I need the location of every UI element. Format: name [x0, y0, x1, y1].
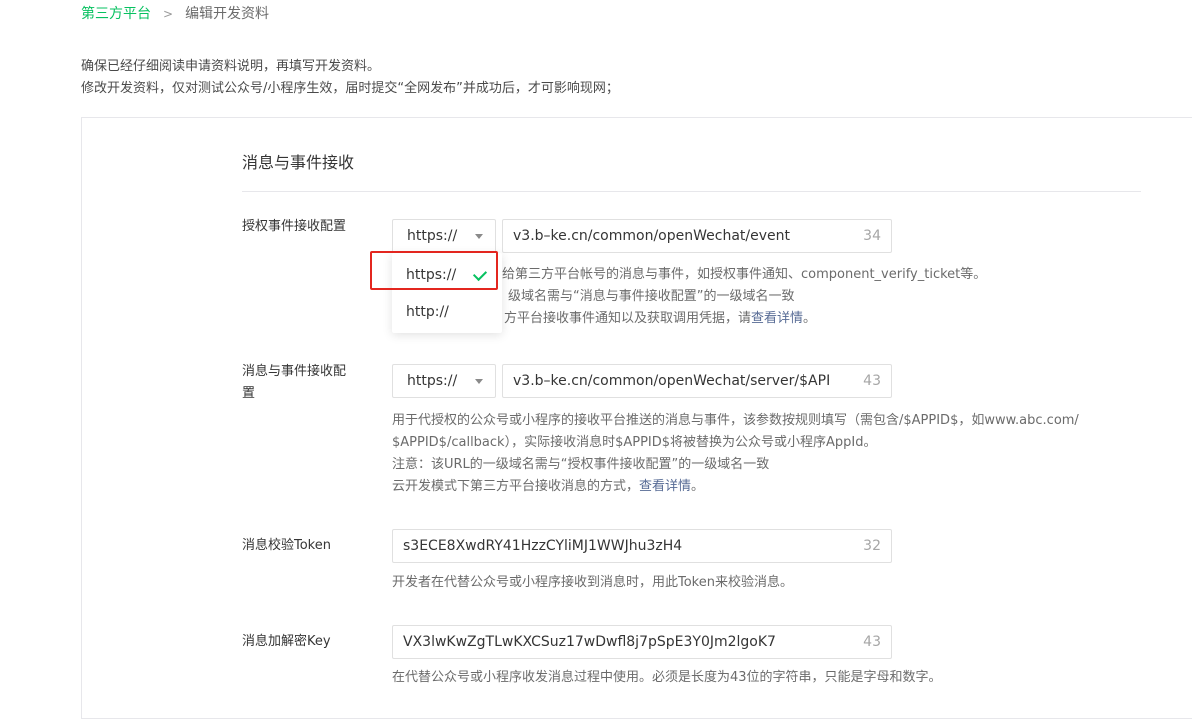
token-label: 消息校验Token — [242, 538, 331, 553]
breadcrumb-link-third-party-platform[interactable]: 第三方平台 — [81, 4, 151, 24]
chevron-down-icon — [475, 234, 483, 239]
auth-event-help-2: 级域名需与“消息与事件接收配置”的一级域名一致 — [508, 289, 795, 304]
auth-event-details-link[interactable]: 查看详情 — [751, 311, 803, 326]
msg-event-url-value: v3.b–ke.cn/common/openWechat/server/$APP… — [513, 373, 829, 389]
protocol-option-https[interactable]: https:// — [392, 257, 502, 293]
auth-event-protocol-select[interactable]: https:// — [392, 219, 496, 253]
token-help: 开发者在代替公众号或小程序接收到消息时，用此Token来校验消息。 — [392, 575, 793, 590]
notice-line-1: 确保已经仔细阅读申请资料说明，再填写开发资料。 — [81, 59, 381, 74]
auth-event-help-3-text: 方平台接收事件通知以及获取调用凭据，请 — [504, 311, 752, 326]
msg-event-label-line-2: 置 — [242, 386, 256, 401]
breadcrumb: 第三方平台 > 编辑开发资料 — [81, 4, 269, 24]
msg-event-protocol-select[interactable]: https:// — [392, 364, 496, 398]
protocol-option-http[interactable]: http:// — [392, 294, 502, 330]
auth-event-url-value: v3.b–ke.cn/common/openWechat/event — [513, 228, 790, 244]
auth-event-char-count: 34 — [863, 228, 881, 244]
msg-event-details-link[interactable]: 查看详情 — [639, 479, 691, 494]
aes-key-input[interactable]: VX3lwKwZgTLwKXCSuz17wDwfl8j7pSpE3Y0Jm2lg… — [392, 625, 892, 659]
auth-event-help-3-end: 。 — [803, 311, 817, 326]
section-divider — [242, 191, 1141, 192]
protocol-dropdown-menu: https:// http:// — [392, 253, 502, 333]
msg-event-help-1: 用于代授权的公众号或小程序的接收平台推送的消息与事件，该参数按规则填写（需包含/… — [392, 413, 1079, 428]
auth-event-help-3: 方平台接收事件通知以及获取调用凭据，请查看详情。 — [504, 308, 816, 330]
aes-key-value: VX3lwKwZgTLwKXCSuz17wDwfl8j7pSpE3Y0Jm2lg… — [403, 634, 776, 650]
protocol-option-https-label: https:// — [406, 267, 457, 283]
token-value: s3ECE8XwdRY41HzzCYliMJ1WWJhu3zH4 — [403, 538, 683, 554]
msg-event-help-4: 云开发模式下第三方平台接收消息的方式，查看详情。 — [392, 476, 704, 498]
breadcrumb-separator: > — [163, 7, 174, 21]
msg-event-help-2: $APPID$/callback），实际接收消息时$APPID$将被替换为公众号… — [392, 435, 877, 450]
auth-event-help-1: 给第三方平台帐号的消息与事件，如授权事件通知、component_verify_… — [502, 267, 987, 282]
token-input[interactable]: s3ECE8XwdRY41HzzCYliMJ1WWJhu3zH4 32 — [392, 529, 892, 563]
protocol-option-http-label: http:// — [406, 304, 449, 320]
chevron-down-icon — [475, 379, 483, 384]
msg-event-char-count: 43 — [863, 373, 881, 389]
aes-key-char-count: 43 — [863, 634, 881, 650]
notice-line-2: 修改开发资料，仅对测试公众号/小程序生效，届时提交“全网发布”并成功后，才可影响… — [81, 81, 619, 96]
auth-event-url-input[interactable]: v3.b–ke.cn/common/openWechat/event 34 — [502, 219, 892, 253]
aes-key-label: 消息加解密Key — [242, 634, 331, 649]
notice-text: 确保已经仔细阅读申请资料说明，再填写开发资料。 修改开发资料，仅对测试公众号/小… — [81, 56, 619, 100]
auth-event-protocol-value: https:// — [407, 228, 458, 244]
msg-event-label: 消息与事件接收配 置 — [242, 361, 346, 405]
aes-key-help: 在代替公众号或小程序收发消息过程中使用。必须是长度为43位的字符串，只能是字母和… — [392, 670, 942, 685]
token-char-count: 32 — [863, 538, 881, 554]
msg-event-url-input[interactable]: v3.b–ke.cn/common/openWechat/server/$APP… — [502, 364, 892, 398]
check-icon — [472, 266, 488, 282]
auth-event-label: 授权事件接收配置 — [242, 219, 347, 234]
breadcrumb-current: 编辑开发资料 — [185, 6, 270, 22]
msg-event-help-4-text: 云开发模式下第三方平台接收消息的方式， — [392, 479, 640, 494]
section-title: 消息与事件接收 — [242, 153, 355, 172]
msg-event-help-3: 注意：该URL的一级域名需与“授权事件接收配置”的一级域名一致 — [392, 457, 770, 472]
msg-event-label-line-1: 消息与事件接收配 — [242, 364, 347, 379]
msg-event-protocol-value: https:// — [407, 373, 458, 389]
msg-event-help-4-end: 。 — [691, 479, 705, 494]
